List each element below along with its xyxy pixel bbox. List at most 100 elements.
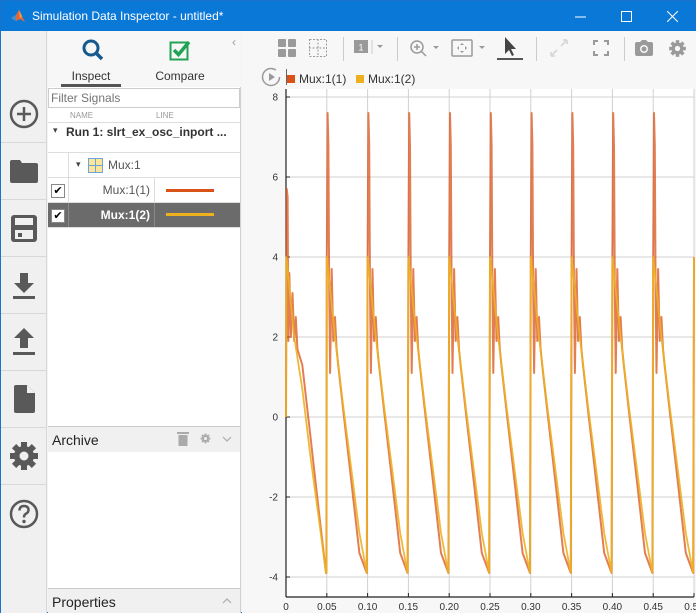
- import-button[interactable]: [1, 257, 47, 314]
- expand-caret-icon[interactable]: ▾: [76, 159, 81, 170]
- delete-trash-icon[interactable]: [177, 431, 189, 446]
- signal-chart[interactable]: 0 0.05 0.10 0.15 0.20 0.25 0.30 0.35 0.40 0.45 0.5…: [242, 89, 696, 613]
- search-icon: [82, 39, 104, 61]
- expand-caret-icon[interactable]: ▾: [53, 125, 58, 136]
- x-tick-label: 0.05: [317, 602, 337, 613]
- run-label: Run 1: slrt_ex_osc_inport ...: [66, 125, 227, 139]
- report-button[interactable]: [1, 371, 47, 428]
- line-style-swatch[interactable]: [166, 213, 214, 216]
- help-button[interactable]: [1, 485, 47, 542]
- properties-section-header[interactable]: Properties: [48, 588, 240, 613]
- svg-text:1: 1: [358, 43, 363, 53]
- x-tick-label: 0.40: [603, 602, 623, 613]
- signal-name: Mux:1(1): [102, 183, 150, 197]
- y-tick-label: 0: [272, 413, 278, 424]
- app-window: Simulation Data Inspector - untitled* In…: [0, 0, 696, 613]
- signal-row-selected[interactable]: ✔ Mux:1(2): [48, 203, 240, 228]
- settings-gear-icon: [668, 39, 686, 57]
- archive-section-header[interactable]: Archive: [48, 426, 240, 452]
- compare-check-icon: [169, 40, 191, 61]
- y-tick-label: -2: [269, 493, 278, 504]
- zoom-in-icon: [410, 40, 439, 57]
- chevron-up-icon[interactable]: [222, 598, 232, 604]
- y-tick-label: 2: [272, 333, 278, 344]
- panel-tabs: Inspect Compare ‹: [48, 31, 241, 87]
- replay-play-icon[interactable]: [261, 67, 281, 87]
- expand-arrows-icon: [550, 39, 568, 57]
- collapse-panel-icon[interactable]: ‹: [232, 35, 236, 49]
- export-icon: [13, 328, 35, 355]
- group-row[interactable]: ▾ Mux:1: [48, 153, 240, 178]
- y-tick-label: 4: [272, 253, 278, 264]
- archive-label: Archive: [52, 432, 99, 448]
- x-tick-label: 0: [283, 602, 289, 613]
- x-tick-label: 0.45: [643, 602, 663, 613]
- fullscreen-button[interactable]: [590, 37, 612, 59]
- signal-row[interactable]: ✔ Mux:1(1): [48, 178, 240, 203]
- fullscreen-icon: [593, 40, 609, 56]
- fit-view-icon: [451, 39, 485, 57]
- x-tick-label: 0.25: [480, 602, 500, 613]
- import-icon: [13, 273, 35, 299]
- column-headers: NAME LINE: [48, 109, 240, 123]
- plot-legend: Mux:1(1) Mux:1(2): [242, 67, 696, 89]
- plot-number-dropdown-icon: 1: [354, 40, 383, 54]
- x-tick-label: 0.10: [358, 602, 378, 613]
- fit-to-view-button[interactable]: [451, 37, 489, 59]
- snapshot-button[interactable]: [633, 37, 655, 59]
- legend-entry[interactable]: Mux:1(1): [299, 72, 346, 86]
- column-name-header[interactable]: NAME: [70, 111, 93, 120]
- close-icon: [666, 10, 678, 22]
- legend-swatch: [356, 75, 364, 83]
- tab-compare[interactable]: Compare: [140, 31, 220, 87]
- properties-label: Properties: [52, 594, 116, 610]
- close-button[interactable]: [649, 1, 695, 31]
- run-row[interactable]: ▾ Run 1: slrt_ex_osc_inport ...: [48, 123, 240, 153]
- preferences-button[interactable]: [1, 428, 47, 485]
- window-title: Simulation Data Inspector - untitled*: [32, 9, 224, 23]
- signal-checkbox[interactable]: ✔: [51, 209, 65, 223]
- preferences-gear-icon: [10, 442, 38, 470]
- group-label: Mux:1: [108, 158, 141, 172]
- report-icon: [14, 385, 35, 413]
- cursor-select-button[interactable]: [497, 37, 523, 60]
- active-tab-indicator: [61, 84, 121, 87]
- y-tick-label: -4: [269, 573, 278, 584]
- zoom-button[interactable]: [409, 37, 443, 59]
- open-button[interactable]: [1, 143, 47, 200]
- camera-icon: [635, 40, 653, 56]
- subplot-button[interactable]: [307, 37, 329, 59]
- plot-settings-button[interactable]: [666, 37, 688, 59]
- layout-button[interactable]: [276, 37, 298, 59]
- column-line-header[interactable]: LINE: [156, 111, 174, 120]
- tab-compare-label: Compare: [155, 69, 205, 83]
- help-icon: [9, 499, 39, 528]
- x-tick-label: 0.30: [521, 602, 541, 613]
- signal-checkbox[interactable]: ✔: [51, 184, 65, 198]
- title-bar: Simulation Data Inspector - untitled*: [1, 1, 695, 31]
- line-style-swatch[interactable]: [166, 189, 214, 192]
- filter-signals-input[interactable]: [48, 88, 240, 108]
- chevron-down-icon[interactable]: [222, 436, 232, 442]
- legend-entry[interactable]: Mux:1(2): [368, 72, 415, 86]
- plot-toolbar: 1: [242, 31, 696, 65]
- subplot-grid-icon: [309, 39, 327, 57]
- expand-button: [548, 37, 570, 59]
- minimize-button[interactable]: [557, 1, 603, 31]
- open-folder-icon: [10, 160, 38, 183]
- matlab-logo-icon: [11, 10, 25, 22]
- new-session-button[interactable]: [1, 86, 47, 143]
- new-icon: [9, 99, 39, 129]
- tab-inspect-label: Inspect: [71, 69, 111, 83]
- export-button[interactable]: [1, 314, 47, 371]
- save-button[interactable]: [1, 200, 47, 257]
- mux-group-icon: [88, 158, 103, 173]
- x-tick-label: 0.20: [439, 602, 459, 613]
- plot-number-button[interactable]: 1: [352, 37, 386, 59]
- legend-swatch: [287, 75, 295, 83]
- archive-settings-gear-icon[interactable]: [200, 433, 211, 444]
- maximize-button[interactable]: [603, 1, 649, 31]
- maximize-icon: [620, 10, 632, 22]
- y-tick-label: 8: [272, 93, 278, 104]
- tab-inspect[interactable]: Inspect: [51, 31, 131, 87]
